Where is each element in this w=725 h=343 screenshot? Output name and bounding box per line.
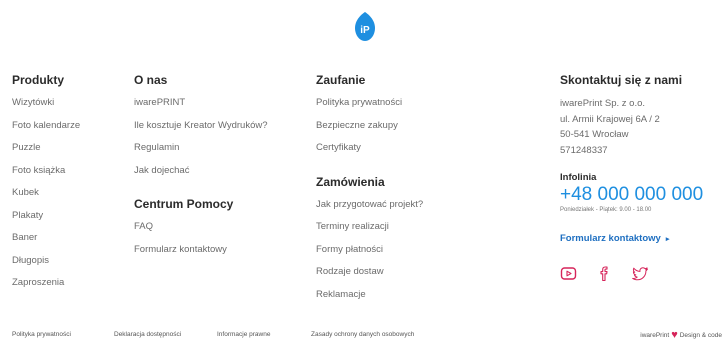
- products-link-business-cards[interactable]: Wizytówki: [12, 96, 80, 119]
- contact-heading: Skontaktuj się z nami: [560, 73, 683, 87]
- credit-text: Design & code: [679, 331, 722, 339]
- credit: iwarePrint ♥ Design & code: [640, 329, 722, 341]
- trust-link-secure-shopping[interactable]: Bezpieczne zakupy: [316, 119, 423, 142]
- products-column: Produkty Wizytówki Foto kalendarze Puzzl…: [12, 72, 80, 299]
- contact-form-link[interactable]: Formularz kontaktowy ▸: [560, 233, 669, 244]
- about-link-iwareprint[interactable]: iwarePRINT: [134, 96, 268, 119]
- company-name: iwarePrint Sp. z o.o.: [560, 98, 646, 109]
- chevron-right-icon: ▸: [665, 235, 670, 243]
- products-link-photo-calendars[interactable]: Foto kalendarze: [12, 119, 80, 142]
- orders-link-complaints[interactable]: Reklamacje: [316, 288, 423, 311]
- company-phone: 571248337: [560, 144, 608, 156]
- contact-column: Skontaktuj się z nami iwarePrint Sp. z o…: [560, 72, 703, 282]
- orders-link-payment-methods[interactable]: Formy płatności: [316, 243, 423, 266]
- products-link-mug[interactable]: Kubek: [12, 186, 80, 209]
- twitter-icon[interactable]: [632, 265, 649, 282]
- about-column: O nas iwarePRINT Ile kosztuje Kreator Wy…: [134, 72, 268, 265]
- contact-form-label: Formularz kontaktowy: [560, 233, 661, 244]
- products-link-pen[interactable]: Długopis: [12, 254, 80, 277]
- orders-link-prepare-project[interactable]: Jak przygotować projekt?: [316, 198, 423, 221]
- facebook-icon[interactable]: [596, 265, 613, 282]
- company-city: 50-541 Wrocław: [560, 129, 629, 140]
- bottom-link-data-protection[interactable]: Zasady ochrony danych osobowych: [311, 331, 414, 338]
- trust-link-certificates[interactable]: Certyfikaty: [316, 141, 423, 164]
- products-heading: Produkty: [12, 73, 65, 87]
- trust-column: Zaufanie Polityka prywatności Bezpieczne…: [316, 72, 423, 310]
- about-heading: O nas: [134, 73, 168, 87]
- trust-link-privacy[interactable]: Polityka prywatności: [316, 96, 423, 119]
- logo-text: iP: [360, 25, 370, 36]
- trust-heading: Zaufanie: [316, 73, 366, 87]
- about-link-terms[interactable]: Regulamin: [134, 141, 268, 164]
- products-link-banner[interactable]: Baner: [12, 231, 80, 254]
- about-link-pricing[interactable]: Ile kosztuje Kreator Wydruków?: [134, 119, 268, 142]
- help-link-contact-form[interactable]: Formularz kontaktowy: [134, 243, 268, 266]
- about-link-directions[interactable]: Jak dojechać: [134, 164, 268, 187]
- iwareprint-logo[interactable]: iP: [352, 11, 378, 42]
- hotline-label: Infolinia: [560, 172, 597, 183]
- help-link-faq[interactable]: FAQ: [134, 220, 268, 243]
- company-address: iwarePrint Sp. z o.o. ul. Armii Krajowej…: [560, 96, 703, 158]
- products-link-photo-book[interactable]: Foto książka: [12, 164, 80, 187]
- hotline-phone-link[interactable]: +48 000 000 000: [560, 184, 703, 206]
- company-street: ul. Armii Krajowej 6A / 2: [560, 113, 660, 125]
- credit-brand: iwarePrint: [640, 331, 670, 339]
- orders-link-delivery-times[interactable]: Terminy realizacji: [316, 220, 423, 243]
- hotline-hours: Poniedziałek - Piątek: 9.00 - 18.00: [560, 207, 652, 213]
- help-heading: Centrum Pomocy: [134, 197, 234, 211]
- youtube-icon[interactable]: [560, 265, 577, 282]
- footer-bottom-bar: Polityka prywatności Deklaracja dostępno…: [0, 329, 725, 343]
- products-link-invitations[interactable]: Zaproszenia: [12, 276, 80, 299]
- logo-icon: iP: [355, 12, 375, 41]
- bottom-link-privacy-policy[interactable]: Polityka prywatności: [12, 331, 71, 338]
- products-link-posters[interactable]: Plakaty: [12, 209, 80, 232]
- orders-heading: Zamówienia: [316, 174, 385, 189]
- bottom-link-accessibility[interactable]: Deklaracja dostępności: [114, 331, 181, 338]
- social-links: [560, 265, 703, 282]
- bottom-link-legal-info[interactable]: Informacje prawne: [217, 331, 270, 338]
- orders-link-shipping-types[interactable]: Rodzaje dostaw: [316, 265, 423, 288]
- heart-icon: ♥: [671, 329, 678, 341]
- products-link-puzzle[interactable]: Puzzle: [12, 141, 80, 164]
